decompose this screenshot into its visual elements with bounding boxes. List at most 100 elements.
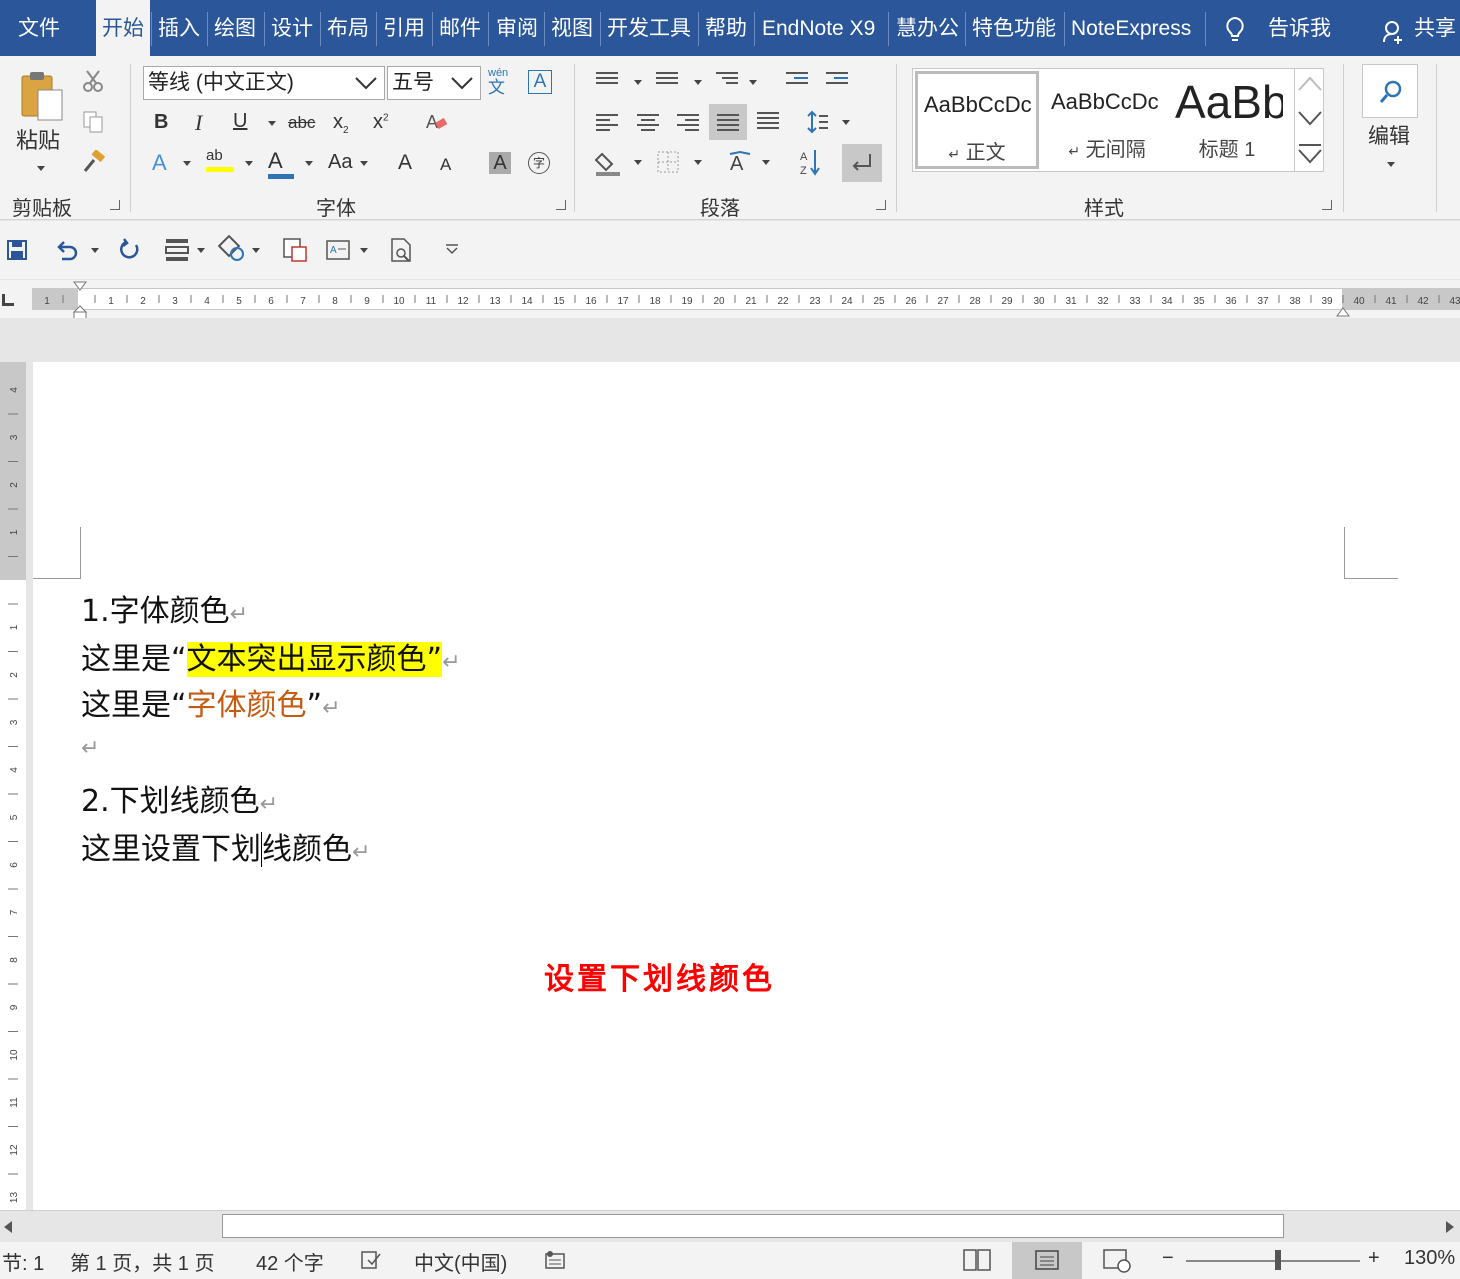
cut-icon[interactable]	[82, 70, 104, 92]
undo-dropdown[interactable]	[91, 248, 99, 253]
scroll-left-icon[interactable]	[2, 1219, 14, 1235]
justify-button[interactable]	[709, 104, 747, 140]
copy-icon[interactable]	[82, 110, 104, 134]
gallery-up-icon[interactable]	[1297, 74, 1323, 94]
share-button[interactable]: 共享	[1414, 0, 1456, 56]
print-layout-icon[interactable]	[164, 237, 192, 263]
tab-view[interactable]: 视图	[551, 0, 593, 56]
editing-button[interactable]	[1362, 64, 1418, 118]
italic-button[interactable]: I	[195, 112, 202, 134]
phonetic-guide-button[interactable]: wén 文	[488, 68, 508, 97]
paste-label[interactable]: 粘贴	[16, 130, 60, 152]
tab-selector-icon[interactable]	[2, 294, 14, 306]
customize-qat-icon[interactable]	[444, 243, 460, 255]
print-layout-view-button[interactable]	[1012, 1242, 1082, 1279]
indent-markers-icon[interactable]	[72, 280, 88, 322]
tab-references[interactable]: 引用	[383, 0, 425, 56]
colored-text[interactable]: 字体颜色	[187, 688, 307, 723]
read-mode-icon[interactable]	[962, 1248, 992, 1272]
char-shading-button[interactable]: A	[489, 152, 511, 174]
subscript-button[interactable]: x2	[333, 112, 349, 136]
font-launcher[interactable]	[556, 200, 566, 210]
doc-line-font-color[interactable]: 这里是“字体颜色”↵	[81, 680, 341, 724]
web-layout-icon[interactable]	[1102, 1248, 1132, 1274]
tab-file[interactable]: 文件	[18, 0, 60, 56]
chinese-layout-icon[interactable]: A	[728, 150, 754, 174]
zoom-out-button[interactable]: −	[1162, 1247, 1174, 1270]
tab-home[interactable]: 开始	[96, 0, 150, 58]
horizontal-ruler[interactable]: 1 1 2 3 4 5 6 7 8 9 10 11 12 13 14 15 16 17 18 19 20 21 22 23 24…	[0, 280, 1460, 321]
insert-object-icon[interactable]	[282, 237, 308, 263]
decrease-indent-button[interactable]	[786, 72, 808, 90]
doc-line-highlight[interactable]: 这里是“文本突出显示颜色”↵	[81, 634, 461, 678]
tab-draw[interactable]: 绘图	[214, 0, 256, 56]
zoom-slider-thumb[interactable]	[1275, 1250, 1281, 1270]
format-painter-icon[interactable]	[82, 150, 106, 174]
document-page[interactable]: 1.字体颜色↵ 这里是“文本突出显示颜色”↵ 这里是“字体颜色”↵ ↵ 2.下划…	[33, 362, 1460, 1210]
increase-indent-button[interactable]	[826, 72, 848, 90]
doc-empty-line[interactable]: ↵	[81, 728, 99, 763]
tab-layout[interactable]: 布局	[327, 0, 369, 56]
distributed-button[interactable]	[757, 112, 779, 130]
right-indent-icon[interactable]	[1335, 304, 1351, 318]
styles-launcher[interactable]	[1322, 200, 1332, 210]
redo-icon[interactable]	[118, 237, 142, 263]
align-center-button[interactable]	[637, 114, 659, 132]
tab-design[interactable]: 设计	[271, 0, 313, 56]
language-indicator[interactable]: 中文(中国)	[414, 1247, 507, 1276]
style-no-spacing[interactable]: AaBbCcDc ↵ 无间隔	[1045, 71, 1169, 169]
chevron-down-icon[interactable]	[450, 75, 474, 91]
enclose-chars-button[interactable]: 字	[528, 152, 550, 174]
save-icon[interactable]	[6, 239, 28, 261]
tab-review[interactable]: 审阅	[496, 0, 538, 56]
zoom-level[interactable]: 130%	[1404, 1247, 1455, 1270]
style-normal[interactable]: AaBbCcDc ↵ 正文	[915, 71, 1039, 169]
borders-icon[interactable]	[656, 150, 680, 174]
font-name-combo[interactable]: 等线 (中文正文)	[143, 66, 385, 100]
underline-dropdown[interactable]	[268, 121, 276, 126]
text-box-icon[interactable]: A	[325, 239, 351, 261]
tab-noteexpress[interactable]: NoteExpress	[1071, 0, 1191, 56]
char-border-button[interactable]: A	[528, 70, 552, 94]
paste-icon[interactable]	[18, 70, 64, 122]
lightbulb-icon[interactable]	[1224, 16, 1246, 44]
doc-line-underline[interactable]: 这里设置下划线颜色↵	[81, 824, 370, 868]
tab-mailings[interactable]: 邮件	[439, 0, 481, 56]
tab-developer[interactable]: 开发工具	[607, 0, 691, 56]
highlight-button[interactable]: ab	[206, 148, 234, 172]
macro-icon[interactable]	[544, 1250, 566, 1270]
show-marks-button[interactable]	[842, 144, 882, 182]
scroll-thumb[interactable]	[222, 1214, 1284, 1238]
shrink-font-button[interactable]: A	[440, 156, 451, 173]
word-count[interactable]: 42 个字	[256, 1247, 324, 1276]
font-color-button[interactable]: A	[268, 150, 294, 179]
numbering-button[interactable]	[656, 72, 678, 90]
page-indicator[interactable]: 第 1 页，共 1 页	[70, 1247, 214, 1276]
tab-help[interactable]: 帮助	[705, 0, 747, 56]
chevron-down-icon[interactable]	[354, 75, 378, 91]
tab-insert[interactable]: 插入	[158, 0, 200, 56]
underline-button[interactable]: U	[233, 111, 247, 131]
doc-heading-underline-color[interactable]: 2.下划线颜色↵	[81, 776, 278, 820]
sort-icon[interactable]: AZ	[798, 148, 822, 176]
section-indicator[interactable]: 节: 1	[2, 1247, 44, 1276]
font-size-combo[interactable]: 五号	[387, 66, 481, 100]
editing-label[interactable]: 编辑	[1368, 126, 1410, 147]
multilevel-list-button[interactable]	[716, 72, 738, 90]
highlighted-text[interactable]: 文本突出显示颜色	[186, 642, 427, 677]
style-heading-1[interactable]: AaBb 标题 1	[1171, 71, 1283, 169]
doc-heading-font-color[interactable]: 1.字体颜色↵	[81, 586, 248, 630]
horizontal-scrollbar[interactable]	[0, 1210, 1460, 1242]
align-right-button[interactable]	[677, 114, 699, 132]
tab-huibangong[interactable]: 慧办公	[896, 0, 959, 56]
paragraph-launcher[interactable]	[876, 200, 886, 210]
superscript-button[interactable]: x2	[373, 112, 389, 132]
print-preview-icon[interactable]	[390, 237, 414, 263]
grow-font-button[interactable]: A	[398, 152, 412, 173]
text-effects-button[interactable]: A	[152, 152, 167, 174]
shading-icon[interactable]	[594, 150, 622, 176]
bold-button[interactable]: B	[154, 112, 168, 132]
bullets-button[interactable]	[596, 72, 618, 90]
zoom-slider[interactable]	[1186, 1260, 1360, 1262]
change-case-button[interactable]: Aa	[328, 152, 352, 172]
